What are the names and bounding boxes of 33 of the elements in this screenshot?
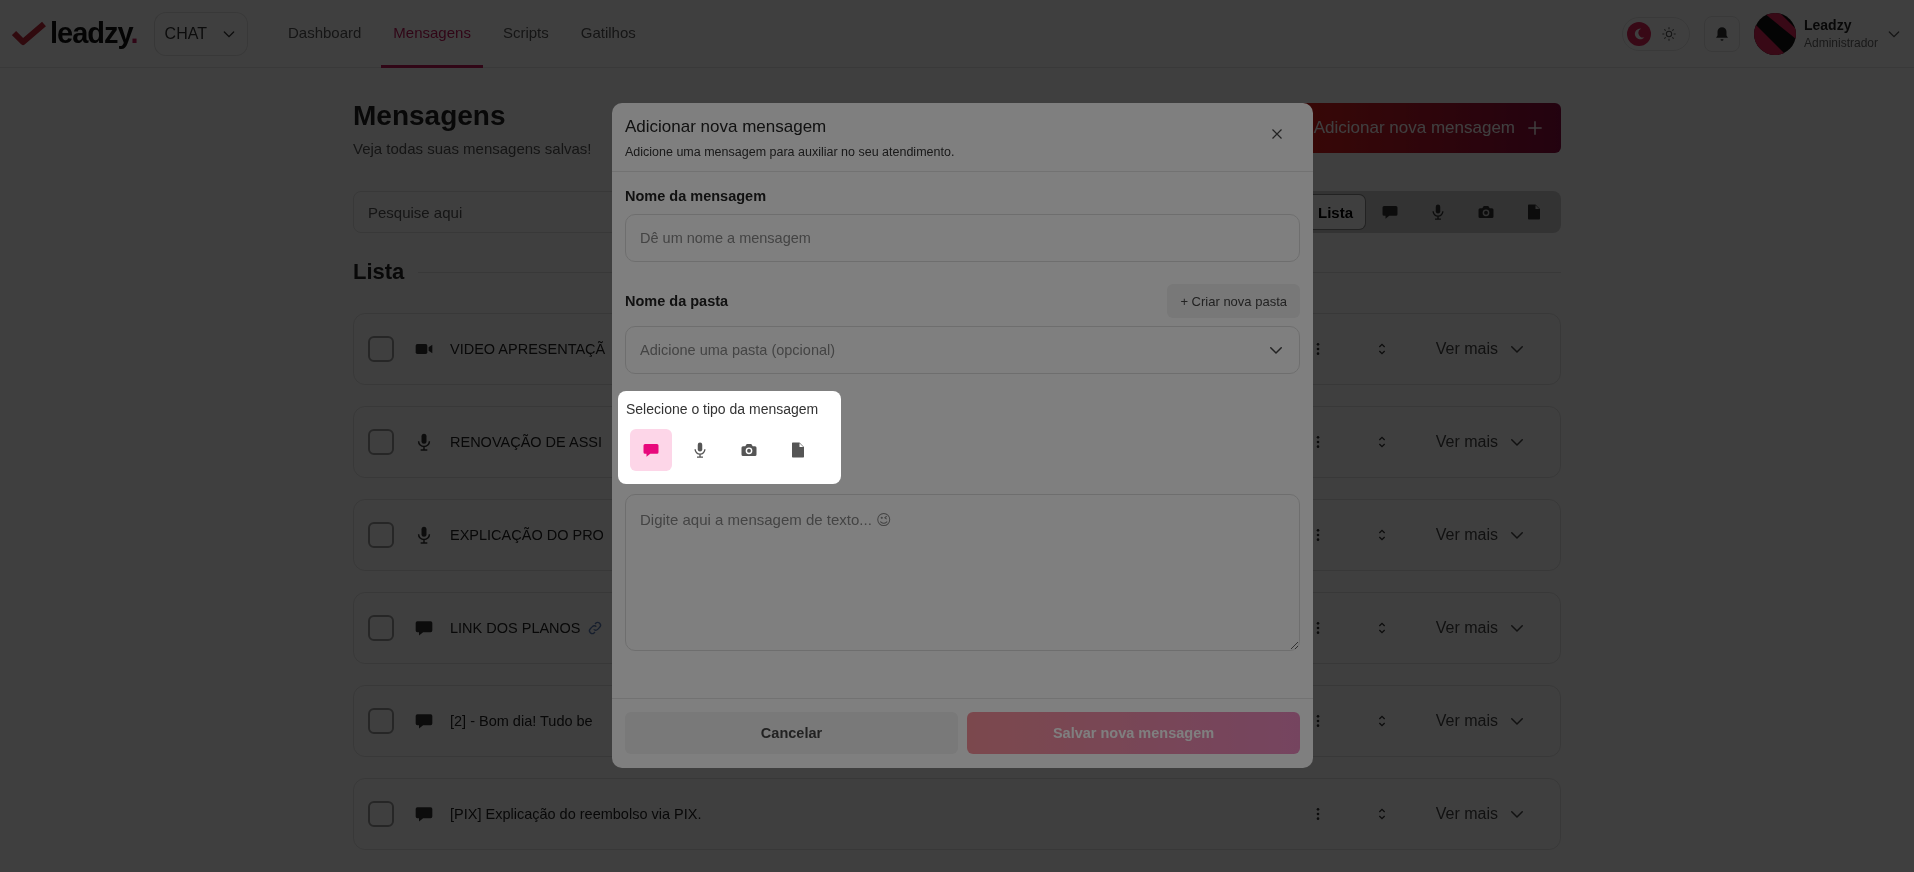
notifications-button[interactable]: [1703, 15, 1740, 52]
chat-bubble-icon: [414, 804, 434, 824]
checkmark-logo-icon: [12, 20, 46, 47]
avatar[interactable]: [1753, 12, 1796, 55]
create-folder-button[interactable]: + Criar nova pasta: [1167, 284, 1300, 318]
document-icon: [789, 441, 807, 459]
checkbox[interactable]: [368, 429, 394, 455]
message-text-field[interactable]: Digite aqui a mensagem de texto... 😉: [625, 494, 1300, 651]
nav-tab[interactable]: Mensagens: [381, 0, 483, 68]
message-name-field[interactable]: Dê um nome a mensagem: [625, 214, 1300, 262]
plus-icon: [1525, 118, 1545, 138]
chat-bubble-icon: [414, 618, 434, 638]
checkbox[interactable]: [368, 708, 394, 734]
chat-bubble-icon: [1381, 203, 1399, 221]
checkbox[interactable]: [368, 615, 394, 641]
checkbox[interactable]: [368, 801, 394, 827]
chat-bubble-icon: [642, 441, 660, 459]
checkbox[interactable]: [368, 522, 394, 548]
folder-select[interactable]: Adicione uma pasta (opcional): [625, 326, 1300, 374]
camera-icon: [1477, 203, 1495, 221]
chat-bubble-icon: [414, 711, 434, 731]
message-type-button[interactable]: [630, 429, 672, 471]
field-label: Nome da mensagem: [625, 188, 768, 204]
camera-icon: [740, 441, 758, 459]
modal-subtitle: Adicione uma mensagem para auxiliar no seu atendimento.: [625, 145, 955, 159]
sun-icon: [1660, 25, 1677, 42]
cancel-button[interactable]: Cancelar: [625, 712, 958, 754]
modal-title: Adicionar nova mensagem: [625, 117, 828, 137]
logo-text: leadzy.: [50, 17, 138, 50]
checkbox[interactable]: [368, 336, 394, 362]
type-selector-label: Selecione o tipo da mensagem: [626, 401, 820, 417]
field-label: Nome da pasta: [625, 293, 729, 309]
document-icon: [1525, 203, 1543, 221]
